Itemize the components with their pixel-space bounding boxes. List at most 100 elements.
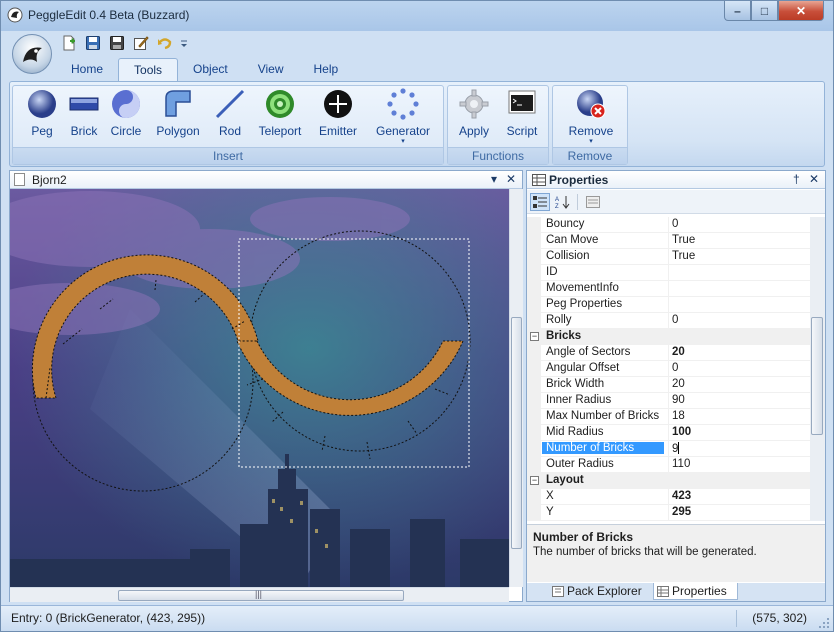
pack-explorer-icon	[552, 586, 564, 597]
save-icon	[86, 36, 100, 50]
collapse-icon[interactable]: −	[530, 476, 539, 485]
emitter-button[interactable]: Emitter	[310, 88, 366, 138]
new-file-button[interactable]	[59, 33, 79, 53]
property-value[interactable]: 0	[672, 314, 678, 326]
property-name: X	[546, 490, 554, 502]
document-list-dropdown[interactable]: ▾	[491, 172, 497, 186]
close-button[interactable]: ✕	[778, 1, 824, 21]
resize-grip-icon[interactable]	[818, 617, 830, 629]
tab-object[interactable]: Object	[178, 58, 243, 82]
property-row[interactable]: Mid Radius 100	[527, 425, 810, 441]
undo-button[interactable]	[155, 33, 175, 53]
level-editor-canvas[interactable]	[10, 189, 509, 587]
property-grid-scroll-thumb[interactable]	[811, 317, 823, 435]
category-row-layout[interactable]: − Layout	[527, 473, 810, 489]
property-row[interactable]: Collision True	[527, 249, 810, 265]
ribbon-panel: Peg Brick Circle Polygon Rod Teleport Em…	[9, 81, 825, 167]
property-value[interactable]: 0	[672, 362, 678, 374]
save-button[interactable]	[83, 33, 103, 53]
property-value[interactable]: 20	[672, 378, 685, 390]
application-menu-button[interactable]	[12, 34, 52, 74]
property-row[interactable]: Can Move True	[527, 233, 810, 249]
remove-button[interactable]: Remove ▾	[563, 88, 619, 146]
property-row[interactable]: Rolly 0	[527, 313, 810, 329]
property-row[interactable]: Angular Offset 0	[527, 361, 810, 377]
property-value[interactable]: True	[672, 234, 695, 246]
properties-tab-icon	[657, 586, 669, 597]
document-icon	[14, 173, 25, 186]
property-row[interactable]: ID	[527, 265, 810, 281]
panel-tabs: Pack Explorer Properties	[527, 583, 825, 601]
polygon-button[interactable]: Polygon	[150, 88, 206, 138]
property-value[interactable]: True	[672, 250, 695, 262]
property-grid-scrollbar[interactable]	[810, 217, 825, 521]
edit-button[interactable]	[131, 33, 151, 53]
property-value[interactable]: 18	[672, 410, 685, 422]
property-value[interactable]: 90	[672, 394, 685, 406]
property-pages-button[interactable]	[583, 193, 603, 211]
circle-button[interactable]: Circle	[98, 88, 154, 138]
document-tab[interactable]: Bjorn2	[32, 173, 67, 187]
tab-pack-explorer[interactable]: Pack Explorer	[549, 583, 652, 600]
property-value[interactable]: 295	[672, 506, 691, 518]
undo-icon	[158, 38, 172, 50]
minimize-button[interactable]: –	[724, 1, 751, 21]
property-value[interactable]: 20	[672, 346, 685, 358]
property-row[interactable]: X 423	[527, 489, 810, 505]
circle-label: Circle	[110, 124, 142, 138]
document-close-button[interactable]: ✕	[506, 172, 516, 186]
property-name: Peg Properties	[546, 298, 623, 310]
emitter-icon	[324, 90, 352, 118]
save-all-button[interactable]	[107, 33, 127, 53]
property-row[interactable]: Bouncy 0	[527, 217, 810, 233]
generator-icon	[387, 88, 419, 120]
qat-customize-button[interactable]	[179, 33, 189, 53]
property-row[interactable]: MovementInfo	[527, 281, 810, 297]
property-value[interactable]: 0	[672, 218, 678, 230]
rod-label: Rod	[218, 124, 241, 138]
tab-home[interactable]: Home	[56, 58, 118, 82]
maximize-button[interactable]: □	[751, 1, 778, 21]
property-value[interactable]: 100	[672, 426, 691, 438]
chevron-down-icon	[181, 40, 187, 47]
circle-icon	[112, 90, 140, 118]
level-canvas[interactable]	[10, 189, 509, 587]
property-row[interactable]: Max Number of Bricks 18	[527, 409, 810, 425]
new-file-icon	[63, 35, 75, 51]
property-row[interactable]: Outer Radius 110	[527, 457, 810, 473]
property-row-selected[interactable]: Number of Bricks 9	[527, 441, 810, 457]
teleport-label: Teleport	[258, 124, 302, 138]
tab-view[interactable]: View	[243, 58, 299, 82]
generator-button[interactable]: Generator ▾	[375, 88, 431, 146]
category-row-bricks[interactable]: − Bricks	[527, 329, 810, 345]
tab-tools[interactable]: Tools	[118, 58, 179, 82]
categorized-button[interactable]	[530, 193, 550, 211]
pack-explorer-label: Pack Explorer	[567, 584, 642, 598]
property-value[interactable]: 423	[672, 490, 691, 502]
canvas-horizontal-scrollbar[interactable]: |||	[10, 587, 509, 602]
tab-properties[interactable]: Properties	[653, 583, 738, 600]
description-title: Number of Bricks	[533, 530, 634, 544]
script-button[interactable]: Script	[494, 88, 550, 138]
canvas-vertical-scrollbar[interactable]	[509, 189, 523, 587]
pencil-icon	[134, 36, 149, 50]
collapse-icon[interactable]: −	[530, 332, 539, 341]
rod-button[interactable]: Rod	[202, 88, 258, 138]
tab-help[interactable]: Help	[299, 58, 354, 82]
property-value-editor[interactable]: 9	[672, 442, 680, 455]
save-all-icon	[110, 36, 124, 50]
canvas-vertical-scroll-thumb[interactable]	[511, 317, 522, 549]
property-row[interactable]: Y 295	[527, 505, 810, 521]
property-row[interactable]: Brick Width 20	[527, 377, 810, 393]
property-value[interactable]: 110	[672, 458, 690, 470]
canvas-horizontal-scroll-thumb[interactable]: |||	[118, 589, 404, 601]
teleport-button[interactable]: Teleport	[252, 88, 308, 138]
property-row[interactable]: Angle of Sectors 20	[527, 345, 810, 361]
property-row[interactable]: Inner Radius 90	[527, 393, 810, 409]
pin-icon[interactable]: †	[793, 172, 800, 186]
property-row[interactable]: Peg Properties	[527, 297, 810, 313]
properties-close-button[interactable]: ✕	[809, 172, 819, 186]
app-window: PeggleEdit 0.4 Beta (Buzzard) – □ ✕ Home…	[0, 0, 834, 632]
status-cursor-coordinates: (575, 302)	[752, 611, 807, 625]
alphabetical-button[interactable]: AZ	[553, 193, 573, 211]
